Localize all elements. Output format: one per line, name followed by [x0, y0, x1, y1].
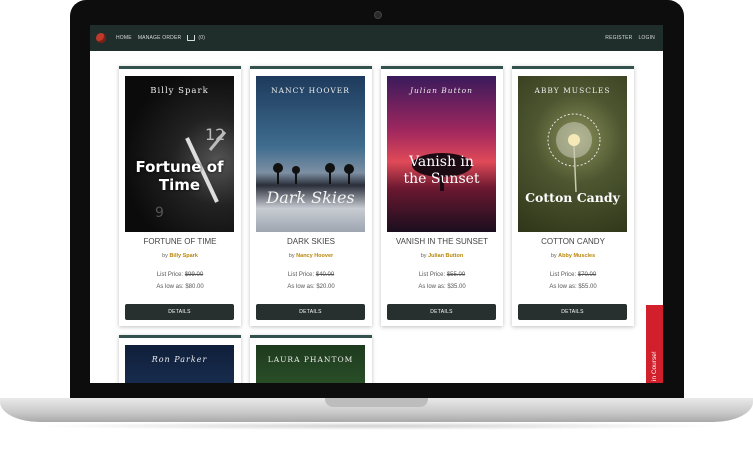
dandelion-icon: [547, 113, 601, 192]
book-cover[interactable]: LAURA PHANTOM: [256, 345, 365, 383]
cart-icon: [187, 35, 196, 41]
low-price: $55.00: [578, 284, 597, 290]
cover-title: Cotton Candy: [525, 190, 620, 205]
webcam-icon: [374, 11, 382, 19]
book-author-line: by Nancy Hoover: [288, 253, 334, 259]
nav-register[interactable]: REGISTER: [605, 35, 632, 41]
nav-login[interactable]: LOGIN: [638, 35, 655, 41]
low-price: $20.00: [316, 284, 335, 290]
low-price-line: As low as: $35.00: [418, 284, 466, 290]
cover-title: Dark Skies: [266, 188, 355, 207]
book-author[interactable]: Julian Button: [428, 253, 463, 259]
cover-author: ABBY MUSCLES: [534, 86, 611, 95]
list-price: $55.00: [446, 272, 466, 278]
nav-home[interactable]: HOME: [116, 35, 132, 41]
book-card: Ron Parker: [119, 335, 241, 383]
book-title[interactable]: FORTUNE OF TIME: [119, 237, 241, 246]
book-cover[interactable]: Ron Parker: [125, 345, 234, 383]
list-price-line: List Price: $40.00: [287, 272, 335, 278]
list-price: $40.00: [315, 272, 335, 278]
course-tab[interactable]: in Course!: [646, 305, 663, 383]
list-price-line: List Price: $70.00: [549, 272, 597, 278]
book-author[interactable]: Billy Spark: [169, 253, 197, 259]
book-title[interactable]: VANISH IN THE SUNSET: [381, 237, 503, 246]
details-button[interactable]: DETAILS: [125, 304, 234, 320]
svg-text:9: 9: [155, 205, 164, 221]
book-author[interactable]: Abby Muscles: [558, 253, 595, 259]
details-button[interactable]: DETAILS: [387, 304, 496, 320]
low-price-line: As low as: $80.00: [156, 284, 204, 290]
cart-count: (0): [198, 35, 206, 41]
navbar: HOME MANAGE ORDER (0) REGISTER LOGIN: [90, 25, 663, 51]
list-price: $99.00: [184, 272, 204, 278]
book-author-line: by Julian Button: [420, 253, 464, 259]
book-card: LAURA PHANTOM: [250, 335, 372, 383]
low-price-line: As low as: $20.00: [287, 284, 335, 290]
list-price: $70.00: [577, 272, 597, 278]
book-card: Billy Spark 12 9 Fortune of Time FORTUNE…: [119, 66, 241, 326]
laptop-shadow: [30, 422, 723, 430]
book-cover[interactable]: ABBY MUSCLES Cotton Candy: [518, 76, 627, 232]
book-cover[interactable]: Billy Spark 12 9 Fortune of Time: [125, 76, 234, 232]
details-button[interactable]: DETAILS: [518, 304, 627, 320]
laptop-notch: [325, 398, 428, 407]
book-logo-icon[interactable]: [96, 33, 106, 43]
cover-author: Julian Button: [409, 86, 474, 95]
book-card: NANCY HOOVER Dark Skies DARK SKIES by Na…: [250, 66, 372, 326]
low-price: $35.00: [447, 284, 466, 290]
book-cover[interactable]: Julian Button Vanish in the Sunset: [387, 76, 496, 232]
low-price: $80.00: [185, 284, 204, 290]
cover-title: Fortune of Time: [135, 158, 224, 194]
book-author-line: by Billy Spark: [162, 253, 198, 259]
trees-icon: [273, 163, 354, 184]
low-price-line: As low as: $55.00: [549, 284, 597, 290]
book-card: ABBY MUSCLES Cotton Candy COTTON CANDY b…: [512, 66, 634, 326]
browser-viewport: HOME MANAGE ORDER (0) REGISTER LOGIN Bil…: [90, 25, 663, 383]
cover-author: LAURA PHANTOM: [267, 355, 354, 364]
book-author[interactable]: Nancy Hoover: [296, 253, 333, 259]
book-title[interactable]: COTTON CANDY: [512, 237, 634, 246]
nav-manage-order[interactable]: MANAGE ORDER: [138, 35, 182, 41]
cover-author: Ron Parker: [151, 355, 208, 364]
list-price-line: List Price: $55.00: [418, 272, 466, 278]
details-button[interactable]: DETAILS: [256, 304, 365, 320]
book-card: Julian Button Vanish in the Sunset VANIS…: [381, 66, 503, 326]
book-author-line: by Abby Muscles: [550, 253, 596, 259]
list-price-line: List Price: $99.00: [156, 272, 204, 278]
book-title[interactable]: DARK SKIES: [250, 237, 372, 246]
cover-author: NANCY HOOVER: [271, 86, 350, 95]
cover-title: Vanish in the Sunset: [403, 154, 480, 187]
book-cover[interactable]: NANCY HOOVER Dark Skies: [256, 76, 365, 232]
nav-cart[interactable]: (0): [187, 35, 205, 41]
